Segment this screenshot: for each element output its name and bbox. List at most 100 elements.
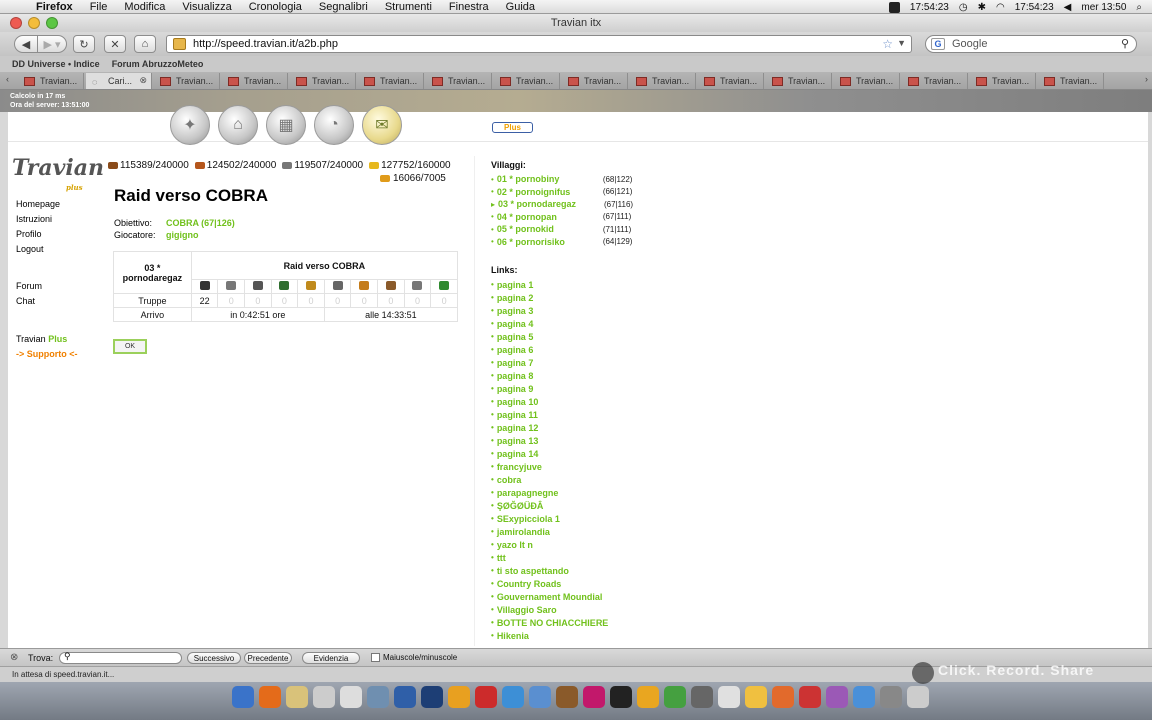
tabs-scroll-left-icon[interactable]: ‹ xyxy=(6,74,9,84)
tab-travian[interactable]: Travian... xyxy=(766,73,832,89)
nav-istruzioni[interactable]: Istruzioni xyxy=(16,214,60,229)
find-next-button[interactable]: Successivo xyxy=(187,652,241,664)
link-item[interactable]: • Country Roads xyxy=(491,577,608,590)
spotlight-icon[interactable]: ⌕ xyxy=(1136,2,1142,13)
close-tab-icon[interactable]: ⊗ xyxy=(139,75,147,86)
search-placeholder[interactable]: Google xyxy=(952,38,987,50)
link-label[interactable]: ti sto aspettando xyxy=(497,566,569,576)
link-label[interactable]: pagina 6 xyxy=(497,345,534,355)
travian-logo[interactable]: Travian plus xyxy=(12,155,104,195)
nav-profilo[interactable]: Profilo xyxy=(16,229,60,244)
close-window-button[interactable] xyxy=(10,17,22,29)
back-button[interactable]: ◀ xyxy=(14,35,38,53)
link-item[interactable]: • pagina 8 xyxy=(491,369,608,382)
menu-guida[interactable]: Guida xyxy=(506,1,535,13)
link-item[interactable]: • pagina 6 xyxy=(491,343,608,356)
link-label[interactable]: pagina 7 xyxy=(497,358,534,368)
photos-dock-icon[interactable] xyxy=(367,686,389,708)
village-item[interactable]: • 04 * pornopan (67|111) xyxy=(491,211,633,224)
nav-support[interactable]: -> Supporto <- xyxy=(16,349,78,364)
reload-button[interactable]: ↻ xyxy=(73,35,95,53)
tab-travian[interactable]: Travian... xyxy=(154,73,220,89)
google-engine-icon[interactable]: G xyxy=(931,38,945,50)
notes-dock-icon[interactable] xyxy=(286,686,308,708)
source-village[interactable]: 03 * pornodaregaz xyxy=(113,251,192,294)
link-item[interactable]: • pagina 2 xyxy=(491,291,608,304)
nav-travian-plus[interactable]: Travian Plus xyxy=(16,334,78,349)
app-dock-icon[interactable] xyxy=(799,686,821,708)
system-tool-dock-icon[interactable] xyxy=(664,686,686,708)
menubar-datetime[interactable]: mer 13:50 xyxy=(1081,2,1126,13)
tab-travian[interactable]: Travian... xyxy=(902,73,968,89)
close-find-icon[interactable]: ⊗ xyxy=(10,652,18,663)
menu-visualizza[interactable]: Visualizza xyxy=(182,1,231,13)
indesign-dock-icon[interactable] xyxy=(583,686,605,708)
village-center-icon[interactable]: ⌂ xyxy=(218,105,258,145)
highlight-button[interactable]: Evidenzia xyxy=(302,652,360,664)
village-name[interactable]: 05 * pornokid xyxy=(497,224,603,234)
tab-loading[interactable]: ◌ Cari... ⊗ xyxy=(86,73,152,89)
player-link[interactable]: gigigno xyxy=(166,230,199,240)
link-item[interactable]: • SExypicciola 1 xyxy=(491,512,608,525)
link-label[interactable]: pagina 11 xyxy=(497,410,538,420)
sparkle-dock-icon[interactable] xyxy=(745,686,767,708)
bookmark-abruzzometeo[interactable]: Forum AbruzzoMeteo xyxy=(112,59,204,69)
find-prev-button[interactable]: Precedente xyxy=(244,652,292,664)
tab-travian[interactable]: Travian... xyxy=(358,73,424,89)
nav-chat[interactable]: Chat xyxy=(16,296,42,311)
link-label[interactable]: pagina 13 xyxy=(497,436,539,446)
village-name[interactable]: 01 * pornobiny xyxy=(497,174,603,184)
calendar-dock-icon[interactable] xyxy=(313,686,335,708)
minimize-window-button[interactable] xyxy=(28,17,40,29)
tab-travian[interactable]: Travian... xyxy=(18,73,84,89)
statistics-icon[interactable]: ◔ xyxy=(314,105,354,145)
terminal-dock-icon[interactable] xyxy=(610,686,632,708)
tab-travian[interactable]: Travian... xyxy=(494,73,560,89)
village-item[interactable]: • 02 * pornoignifus (66|121) xyxy=(491,186,633,199)
link-label[interactable]: francyjuve xyxy=(497,462,542,472)
link-item[interactable]: • pagina 11 xyxy=(491,408,608,421)
link-item[interactable]: • pagina 3 xyxy=(491,304,608,317)
link-item[interactable]: • pagina 4 xyxy=(491,317,608,330)
app-dock-icon[interactable] xyxy=(907,686,929,708)
forward-button[interactable]: ▶ ▾ xyxy=(37,35,67,53)
finder-dock-icon[interactable] xyxy=(232,686,254,708)
link-label[interactable]: pagina 2 xyxy=(497,293,534,303)
link-label[interactable]: pagina 1 xyxy=(497,280,534,290)
link-label[interactable]: pagina 10 xyxy=(497,397,539,407)
acrobat-dock-icon[interactable] xyxy=(448,686,470,708)
link-label[interactable]: pagina 14 xyxy=(497,449,539,459)
trash-tool-dock-icon[interactable] xyxy=(691,686,713,708)
link-label[interactable]: ŞØĞØÜĐÂ xyxy=(497,501,544,511)
link-label[interactable]: cobra xyxy=(497,475,522,485)
url-text[interactable]: http://speed.travian.it/a2b.php xyxy=(193,38,338,50)
link-item[interactable]: • pagina 12 xyxy=(491,421,608,434)
link-label[interactable]: Gouvernament Moundial xyxy=(497,592,603,602)
link-item[interactable]: • ttt xyxy=(491,551,608,564)
village-name[interactable]: 03 * pornodaregaz xyxy=(498,199,604,209)
link-item[interactable]: • Hikenia xyxy=(491,629,608,642)
firefox-dock-icon[interactable] xyxy=(259,686,281,708)
app-dock-icon[interactable] xyxy=(718,686,740,708)
menu-cronologia[interactable]: Cronologia xyxy=(249,1,302,13)
bluetooth-icon[interactable]: ✱ xyxy=(978,2,986,13)
illustrator-dock-icon[interactable] xyxy=(421,686,443,708)
preview-dock-icon[interactable] xyxy=(340,686,362,708)
menu-app[interactable]: Firefox xyxy=(36,1,73,13)
nav-logout[interactable]: Logout xyxy=(16,244,60,259)
tab-travian[interactable]: Travian... xyxy=(834,73,900,89)
home-button[interactable]: ⌂ xyxy=(134,35,156,53)
itunes-dock-icon[interactable] xyxy=(475,686,497,708)
link-item[interactable]: • ŞØĞØÜĐÂ xyxy=(491,499,608,512)
link-label[interactable]: yazo lt n xyxy=(497,540,533,550)
link-item[interactable]: • cobra xyxy=(491,473,608,486)
link-item[interactable]: • pagina 13 xyxy=(491,434,608,447)
village-item[interactable]: • 06 * pornorisiko (64|129) xyxy=(491,236,633,249)
link-label[interactable]: Country Roads xyxy=(497,579,562,589)
nav-forum[interactable]: Forum xyxy=(16,281,42,296)
link-label[interactable]: pagina 12 xyxy=(497,423,539,433)
stop-button[interactable]: ✕ xyxy=(104,35,126,53)
link-item[interactable]: • pagina 5 xyxy=(491,330,608,343)
link-item[interactable]: • Villaggio Saro xyxy=(491,603,608,616)
menu-modifica[interactable]: Modifica xyxy=(124,1,165,13)
